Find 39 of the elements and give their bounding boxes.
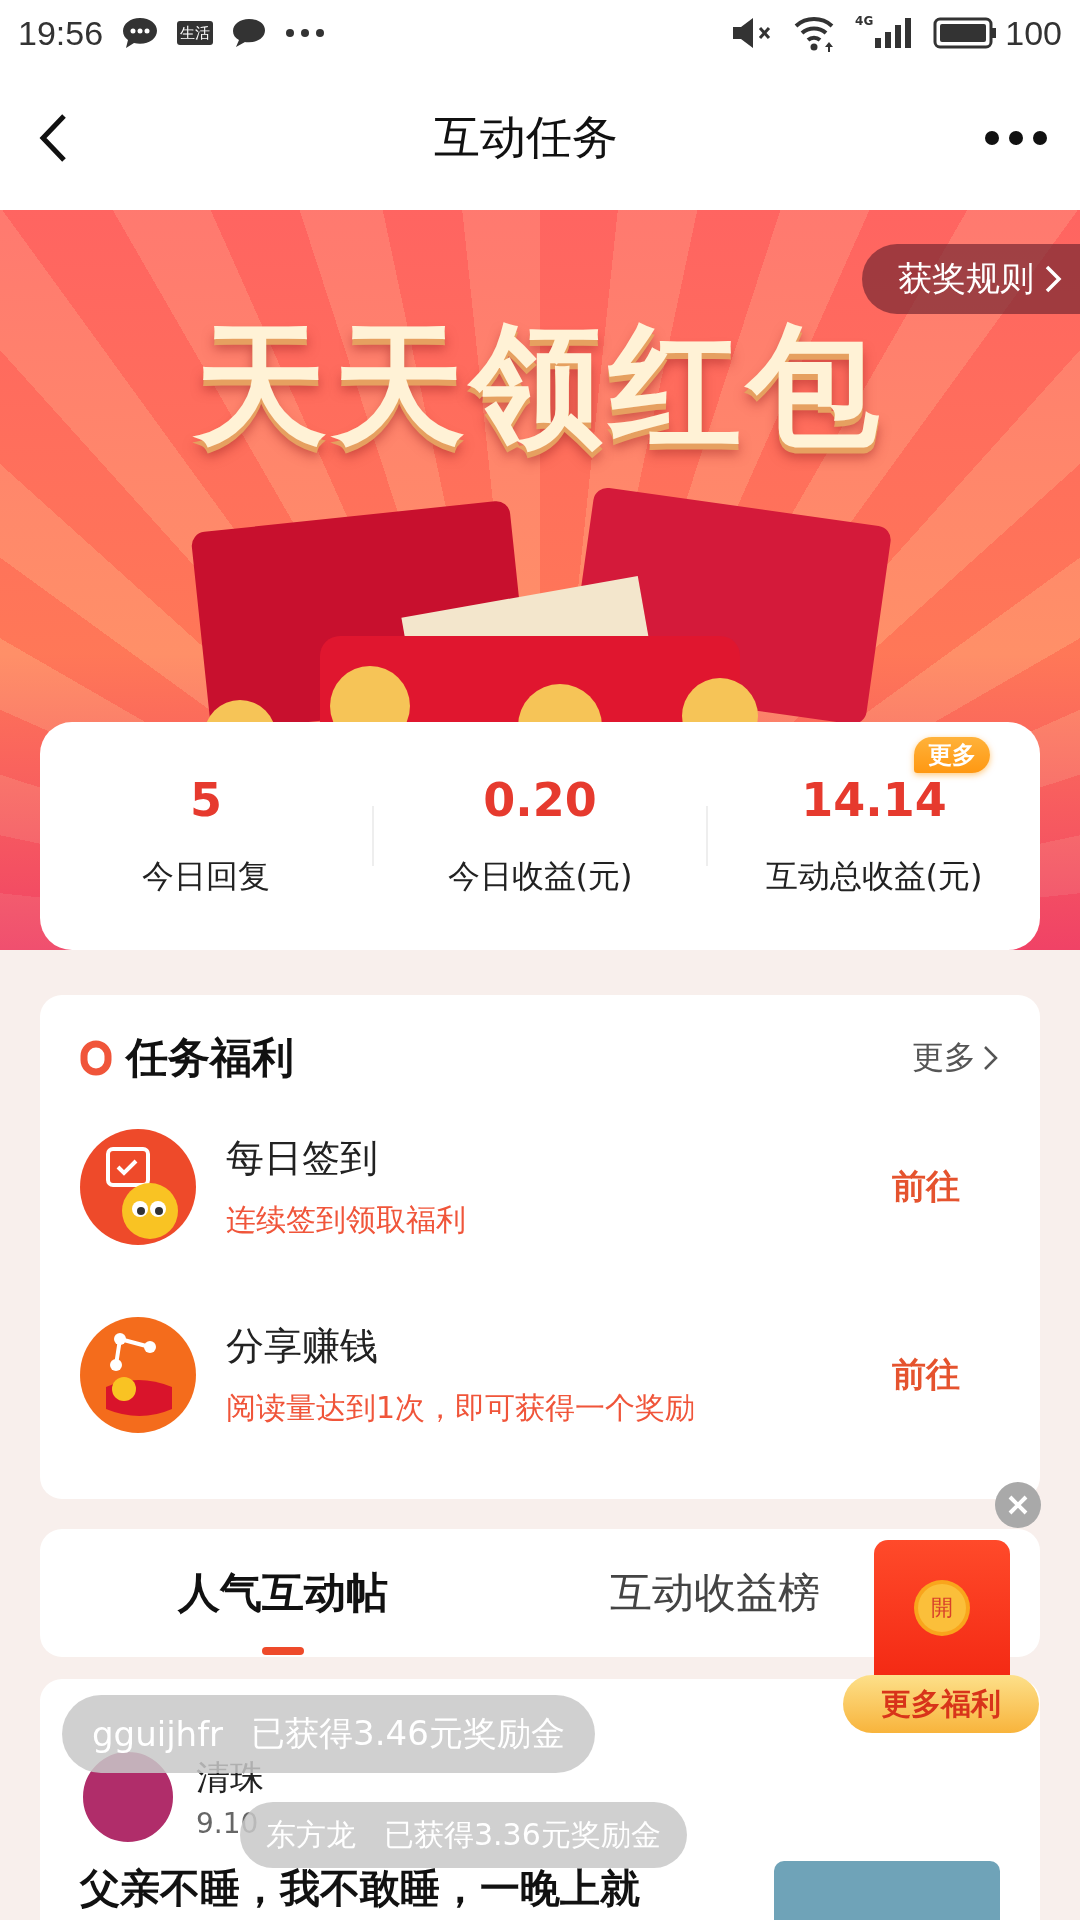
task-title: 每日签到 [226, 1135, 379, 1182]
task-title: 分享赚钱 [226, 1323, 379, 1370]
battery-icon [933, 17, 998, 49]
stat-value: 5 [190, 773, 222, 827]
more-icon[interactable] [984, 130, 1048, 146]
network-type-label: 4G [855, 14, 874, 28]
rules-button[interactable]: 获奖规则 [862, 244, 1080, 314]
tab[interactable]: 互动收益榜 [604, 1529, 826, 1657]
calendar-face-icon [80, 1129, 196, 1245]
go-button[interactable]: 前往 [882, 1154, 1000, 1220]
share-packet-icon [80, 1317, 196, 1433]
go-button[interactable]: 前往 [882, 1342, 1000, 1408]
tab[interactable]: 人气互动帖 [172, 1529, 394, 1657]
gift-envelope-float[interactable]: 開 [874, 1540, 1010, 1675]
toast-user: gguijhfr [92, 1714, 224, 1754]
chevron-right-icon [1044, 264, 1062, 294]
author-name: 清珠 [196, 1755, 264, 1799]
page-title: 互动任务 [434, 109, 618, 166]
stat-label: 互动总收益(元) [765, 856, 983, 897]
stat-value: 14.14 [801, 773, 947, 827]
post-time: 9.10 [196, 1806, 260, 1840]
more-benefits-button[interactable]: 更多福利 [843, 1675, 1039, 1733]
task-description: 连续签到领取福利 [226, 1201, 467, 1239]
status-time: 19:56 [18, 13, 104, 53]
back-icon[interactable] [38, 113, 68, 163]
app-notification-icon: 生活 [177, 20, 214, 46]
chat-bubble-icon [121, 16, 160, 50]
message-bubble-icon [231, 17, 268, 49]
more-badge[interactable]: 更多 [914, 737, 990, 773]
stat-label: 今日收益(元) [447, 856, 633, 897]
task-description: 阅读量达到1次，即可获得一个奖励 [226, 1389, 697, 1427]
ring-icon [80, 1040, 112, 1076]
section-title: 任务福利 [126, 1032, 294, 1084]
more-dots-icon [285, 28, 326, 38]
battery-level: 100 [1005, 13, 1062, 53]
stat-label: 今日回复 [142, 856, 270, 897]
stat-value: 0.20 [483, 773, 597, 827]
more-link[interactable]: 更多 [912, 1036, 1000, 1080]
open-coin[interactable]: 開 [918, 1584, 966, 1632]
